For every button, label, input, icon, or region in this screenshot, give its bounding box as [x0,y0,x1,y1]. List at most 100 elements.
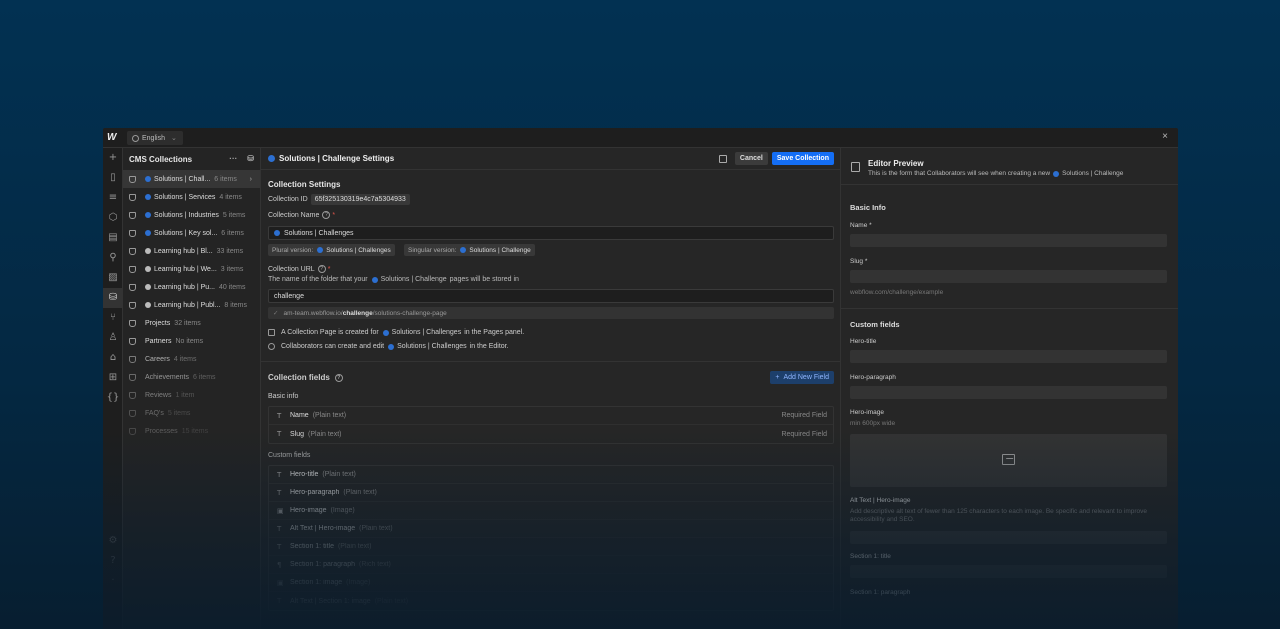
field-row[interactable]: ▣ Hero-image (Image) [269,502,833,520]
settings-icon[interactable]: ⚙ [103,531,123,551]
collection-count: 5 items [222,211,246,219]
preview-name-input[interactable] [850,234,1167,247]
ecommerce-icon[interactable]: ⌂ [103,348,123,368]
collection-item[interactable]: Reviews 1 item [123,386,260,404]
divider [261,361,840,362]
logic-icon[interactable]: ⑂ [103,308,123,328]
field-row[interactable]: T Section 1: title (Plain text) [269,538,833,556]
divider [841,308,1178,309]
collection-item[interactable]: Learning hub | Bl... 33 items [123,242,260,260]
cms-settings-window: W English ⌄ × + ▯ ≡ ⬡ ▤ ⚲ ▨ ⛁ ⑂ ♙ ⌂ ⊞ {}… [103,128,1178,629]
preview-alt-hint: Add descriptive alt text of fewer than 1… [850,508,1147,523]
help-icon[interactable]: ? [334,373,343,382]
plural-value: Solutions | Challenges [326,246,391,254]
subtitle-name: Solutions | Challenge [1062,170,1124,177]
plural-dot [317,247,324,253]
cancel-button[interactable]: Cancel [734,152,768,165]
pages-icon[interactable]: ▯ [103,168,123,188]
preview-slug-input[interactable] [850,270,1167,283]
help-icon[interactable]: ? [322,211,331,219]
left-rail: + ▯ ≡ ⬡ ▤ ⚲ ▨ ⛁ ⑂ ♙ ⌂ ⊞ {} ⚙ ? · [103,148,123,629]
field-row[interactable]: ▣ Section 1: image (Image) [269,574,833,592]
preview-alt-input[interactable] [850,531,1167,544]
variables-icon[interactable]: ⚲ [103,248,123,268]
field-type: (Plain text) [322,471,356,478]
assets-icon[interactable]: ▨ [103,268,123,288]
field-row[interactable]: T Slug (Plain text) Required Field [269,425,833,443]
navigator-icon[interactable]: ≡ [103,188,123,208]
collection-name-input[interactable]: Solutions | Challenges [268,226,834,240]
add-icon[interactable]: + [103,148,123,168]
preview-hero-paragraph-input[interactable] [850,386,1167,399]
url-help-name: Solutions | Challenge [380,276,447,283]
help-icon[interactable]: ? [103,551,123,571]
cms-icon[interactable]: ⛁ [103,288,123,308]
code-icon[interactable]: {} [103,388,123,408]
field-name: Alt Text | Section 1: image [290,597,371,605]
collection-color-dot [145,248,151,254]
users-icon[interactable]: ♙ [103,328,123,348]
collection-item[interactable]: Solutions | Industries 5 items [123,206,260,224]
collection-item[interactable]: Solutions | Services 4 items [123,188,260,206]
field-row[interactable]: T Hero-title (Plain text) [269,466,833,484]
collection-item[interactable]: Processes 15 items [123,422,260,440]
collection-item[interactable]: Learning hub | Pu... 40 items [123,278,260,296]
preview-hero-title-input[interactable] [850,350,1167,363]
image-icon [1002,454,1015,465]
collections-title: CMS Collections [129,154,193,164]
help-icon[interactable]: ? [317,265,326,273]
field-name: Hero-paragraph [290,489,340,496]
collection-item[interactable]: Solutions | Key sol... 6 items [123,224,260,242]
collection-color-dot [268,155,275,162]
more-icon[interactable]: ··· [229,154,237,163]
preview-image-upload[interactable] [850,434,1167,487]
collection-color-dot [145,194,151,200]
new-collection-icon[interactable]: ⛁ [247,154,254,163]
collection-item[interactable]: Partners No items [123,332,260,350]
field-row[interactable]: ¶ Section 1: paragraph (Rich text) [269,556,833,574]
collaborators-note: Collaborators can create and edit Soluti… [268,343,509,350]
field-type: (Plain text) [312,412,347,419]
field-row[interactable]: T Alt Text | Hero-image (Plain text) [269,520,833,538]
collection-url-label: Collection URL [268,265,315,273]
database-icon [129,337,136,345]
field-row[interactable]: T Name (Plain text) Required Field [269,407,833,425]
save-collection-button[interactable]: Save Collection [771,152,834,165]
url-preview-slug: challenge [342,309,373,317]
add-new-field-button[interactable]: + Add New Field [770,371,834,384]
text-field-icon: T [277,430,282,438]
collections-header: CMS Collections ··· ⛁ [123,148,260,170]
note2-text: Collaborators can create and edit [281,343,385,350]
rich-text-field-icon: ¶ [277,560,282,569]
url-help-post: pages will be stored in [449,276,519,283]
collection-item[interactable]: Projects 32 items [123,314,260,332]
collection-count: 6 items [221,229,244,237]
collection-name: Solutions | Industries [154,211,219,219]
components-icon[interactable]: ⬡ [103,208,123,228]
preview-hero-image-label: Hero-image [850,409,884,416]
collection-item[interactable]: Solutions | Chall... 6 items › [123,170,260,188]
language-selector[interactable]: English ⌄ [127,131,183,145]
collection-item[interactable]: FAQ's 5 items [123,404,260,422]
collection-color-dot[interactable] [274,230,280,236]
field-row[interactable]: T Hero-paragraph (Plain text) [269,484,833,502]
subtitle-dot [1053,170,1060,177]
collection-item[interactable]: Learning hub | We... 3 items [123,260,260,278]
editor-preview-header: Editor Preview This is the form that Col… [841,148,1178,185]
styles-icon[interactable]: ▤ [103,228,123,248]
field-name: Section 1: image [290,579,343,586]
database-icon [129,229,136,237]
preview-section1-title-input[interactable] [850,565,1167,578]
collection-url-input[interactable]: challenge [268,289,834,303]
collection-item[interactable]: Learning hub | Publ... 8 items [123,296,260,314]
collection-url-label-row: Collection URL ? * [268,265,330,273]
apps-icon[interactable]: ⊞ [103,368,123,388]
field-row[interactable]: T Alt Text | Section 1: image (Plain text) [269,592,833,610]
text-field-icon: T [277,542,282,551]
minus-icon[interactable]: · [103,571,123,591]
collection-item[interactable]: Careers 4 items [123,350,260,368]
close-icon[interactable]: × [1162,131,1168,142]
duplicate-icon[interactable] [718,154,727,163]
required-marker: * [327,265,331,273]
collection-item[interactable]: Achievements 6 items [123,368,260,386]
